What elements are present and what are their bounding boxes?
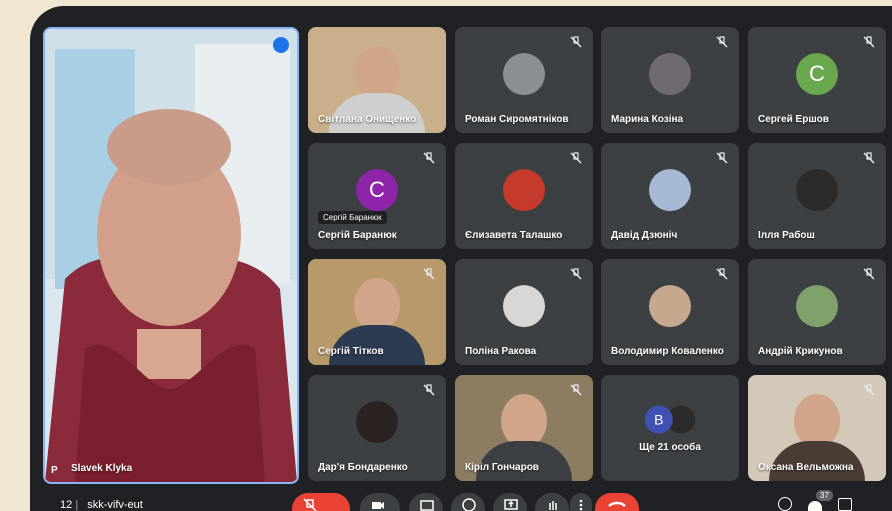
participant-video <box>354 46 400 101</box>
more-vert-icon <box>579 499 583 511</box>
participant-tile[interactable]: B Ще 21 особа <box>601 375 739 481</box>
mic-off-icon <box>422 151 436 165</box>
participant-name: Володимир Коваленко <box>611 346 724 357</box>
participant-avatar <box>796 285 838 328</box>
meeting-code-text: skk-vifv-eut <box>87 499 143 511</box>
mic-off-icon <box>569 383 583 397</box>
participant-name: Світлана Онищенко <box>318 114 417 125</box>
end-call-icon <box>608 501 626 507</box>
mic-off-icon <box>862 383 876 397</box>
mic-toggle-button[interactable] <box>292 493 350 511</box>
emoji-button[interactable] <box>451 493 485 511</box>
participant-name: Єлизавета Талашко <box>465 230 563 241</box>
participant-tile[interactable]: C Сергій Баранюк Сергій Баранюк <box>308 143 446 249</box>
present-icon <box>504 499 518 510</box>
meeting-code: 12 | skk-vifv-eut <box>60 499 143 511</box>
participant-name: Поліна Ракова <box>465 346 537 357</box>
mic-off-icon <box>715 35 729 49</box>
participant-name: Сергій Тітков <box>318 346 384 357</box>
name-tooltip: Сергій Баранюк <box>318 211 387 224</box>
separator: | <box>75 499 82 511</box>
participant-tile[interactable]: Кіріл Гончаров <box>455 375 593 481</box>
participant-name: Давід Дзюніч <box>611 230 678 241</box>
participant-avatar: C <box>356 169 398 212</box>
participant-tile[interactable]: Володимир Коваленко <box>601 259 739 365</box>
participant-avatar: B <box>644 405 673 434</box>
participant-name: Роман Сиромятніков <box>465 114 569 125</box>
mic-off-icon <box>569 151 583 165</box>
info-icon[interactable] <box>778 497 792 511</box>
mic-off-icon <box>569 35 583 49</box>
participant-name: Оксана Вельможна <box>758 462 854 473</box>
participant-name: Ще 21 особа <box>639 442 701 453</box>
present-button[interactable] <box>493 493 527 511</box>
participant-avatar: C <box>796 53 838 96</box>
participant-tile[interactable]: Марина Козіна <box>601 27 739 133</box>
bottom-toolbar: 12 | skk-vifv-eut 37 <box>30 487 892 511</box>
participant-name: Андрій Крикунов <box>758 346 843 357</box>
participant-video <box>794 394 840 449</box>
raise-hand-button[interactable] <box>535 493 569 511</box>
participant-avatar <box>356 401 398 444</box>
participant-tile[interactable]: C Сергей Ершов <box>748 27 886 133</box>
participant-avatar <box>649 169 691 212</box>
participant-avatar <box>649 285 691 328</box>
mic-off-icon <box>715 267 729 281</box>
participant-body <box>329 325 425 365</box>
camera-icon <box>372 502 384 509</box>
participant-tile[interactable]: Дар'я Бондаренко <box>308 375 446 481</box>
participant-avatar <box>649 53 691 96</box>
participant-tile[interactable]: Поліна Ракова <box>455 259 593 365</box>
end-call-button[interactable] <box>595 493 639 511</box>
mic-off-icon <box>303 498 317 511</box>
participant-name: Ілля Рабош <box>758 230 815 241</box>
participant-tile[interactable]: Єлизавета Талашко <box>455 143 593 249</box>
main-speaker-tile[interactable]: P Slavek Klyka <box>43 27 299 484</box>
participant-name: Сергій Баранюк <box>318 230 397 241</box>
participant-body <box>329 93 425 133</box>
participant-video <box>354 278 400 333</box>
speaker-name: Slavek Klyka <box>71 463 133 474</box>
hand-icon <box>549 501 557 510</box>
participant-tile[interactable]: Світлана Онищенко <box>308 27 446 133</box>
mic-off-icon <box>715 151 729 165</box>
participant-body <box>769 441 865 481</box>
participant-name: Дар'я Бондаренко <box>318 462 408 473</box>
participant-tile[interactable]: Ілля Рабош <box>748 143 886 249</box>
participant-tile[interactable]: Роман Сиромятніков <box>455 27 593 133</box>
participant-avatar <box>796 169 838 212</box>
meet-stage: P Slavek Klyka Світлана Онищенко Роман Си… <box>30 6 892 511</box>
mic-off-icon <box>422 383 436 397</box>
participant-count-badge: 37 <box>816 490 833 501</box>
participant-name: Марина Козіна <box>611 114 684 125</box>
participant-video <box>501 394 547 449</box>
chat-icon[interactable] <box>838 498 852 511</box>
participant-tile[interactable]: Оксана Вельможна <box>748 375 886 481</box>
mic-off-icon <box>862 267 876 281</box>
participant-avatar <box>503 53 545 96</box>
pin-icon[interactable]: P <box>51 465 58 476</box>
mic-off-icon <box>862 35 876 49</box>
captions-button[interactable] <box>409 493 443 511</box>
emoji-icon <box>462 498 476 511</box>
people-icon[interactable] <box>808 501 822 511</box>
mic-off-icon <box>422 267 436 281</box>
participant-tile[interactable]: Сергій Тітков <box>308 259 446 365</box>
participant-tile[interactable]: Давід Дзюніч <box>601 143 739 249</box>
participant-body <box>476 441 572 481</box>
more-options-button[interactable] <box>570 493 592 511</box>
participant-name: Сергей Ершов <box>758 114 829 125</box>
mic-off-icon <box>862 151 876 165</box>
camera-toggle-button[interactable] <box>360 493 400 511</box>
participant-avatar <box>503 169 545 212</box>
mic-off-icon <box>569 267 583 281</box>
meeting-time: 12 <box>60 499 73 511</box>
participant-tile[interactable]: Андрій Крикунов <box>748 259 886 365</box>
speaking-indicator-icon <box>273 37 289 53</box>
captions-icon <box>420 500 434 511</box>
speaker-video <box>45 29 297 482</box>
participant-avatar <box>503 285 545 328</box>
participant-name: Кіріл Гончаров <box>465 462 539 473</box>
